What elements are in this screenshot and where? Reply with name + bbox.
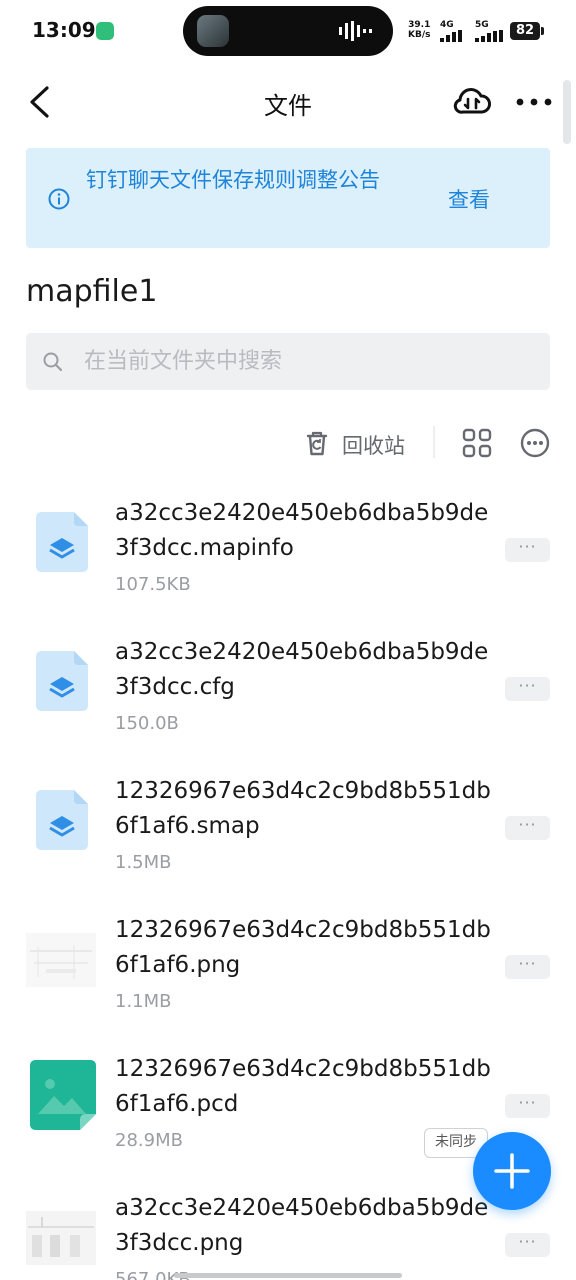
trash-icon (306, 431, 328, 456)
file-row[interactable]: a32cc3e2420e450eb6dba5b9de3f3dcc.cfg 150… (0, 625, 576, 764)
signal-4g: 4G (440, 20, 468, 45)
search-icon (43, 352, 63, 372)
status-bar: 13:09 39.1 KB/s 4G 5G 82 (0, 0, 576, 64)
network-speed-value: 39.1 (408, 20, 431, 30)
file-more-button[interactable]: ··· (505, 677, 550, 701)
file-name: 12326967e63d4c2c9bd8b551db6f1af6.png (115, 917, 491, 978)
notice-text: 钉钉聊天文件保存规则调整公告 (86, 168, 380, 192)
signal-5g: 5G (475, 20, 505, 45)
network-speed-unit: KB/s (408, 30, 431, 40)
recycle-bin-label: 回收站 (342, 434, 405, 458)
signal-bars-icon (475, 30, 503, 42)
file-size: 1.1MB (115, 991, 172, 1012)
folder-title: mapfile1 (26, 274, 158, 309)
file-size: 150.0B (115, 713, 179, 734)
search-box[interactable] (26, 333, 550, 390)
file-name: a32cc3e2420e450eb6dba5b9de3f3dcc.cfg (115, 639, 489, 700)
file-more-button[interactable]: ··· (505, 538, 550, 562)
notice-view-link[interactable]: 查看 (448, 184, 490, 214)
signal-bars-icon (440, 30, 462, 42)
layers-file-icon (36, 651, 88, 711)
file-name: 12326967e63d4c2c9bd8b551db6f1af6.pcd (115, 1056, 491, 1117)
audio-wave-icon (339, 21, 372, 41)
file-more-button[interactable]: ··· (505, 816, 550, 840)
info-icon (48, 188, 70, 210)
add-file-button[interactable] (473, 1132, 551, 1210)
recycle-bin-button[interactable]: 回收站 (302, 424, 418, 460)
home-indicator[interactable] (174, 1273, 402, 1278)
dynamic-island[interactable] (183, 6, 393, 56)
file-more-button[interactable]: ··· (505, 1233, 550, 1257)
signal-5g-label: 5G (475, 20, 489, 30)
image-thumbnail (26, 933, 96, 987)
grid-view-icon[interactable] (460, 426, 494, 460)
file-row[interactable]: 12326967e63d4c2c9bd8b551db6f1af6.smap 1.… (0, 764, 576, 903)
media-thumbnail (197, 15, 229, 47)
file-size: 107.5KB (115, 574, 191, 595)
status-time: 13:09 (32, 18, 96, 42)
file-name: a32cc3e2420e450eb6dba5b9de3f3dcc.mapinfo (115, 500, 489, 561)
file-row[interactable]: 12326967e63d4c2c9bd8b551db6f1af6.png 1.1… (0, 903, 576, 1042)
plus-icon (494, 1153, 530, 1189)
scrollbar[interactable] (563, 80, 571, 144)
file-row[interactable]: a32cc3e2420e450eb6dba5b9de3f3dcc.mapinfo… (0, 486, 576, 625)
notice-banner[interactable]: 钉钉聊天文件保存规则调整公告 查看 (26, 148, 550, 248)
network-speed: 39.1 KB/s (408, 20, 430, 40)
file-more-button[interactable]: ··· (505, 955, 550, 979)
more-circle-icon[interactable] (518, 426, 552, 460)
search-input[interactable] (84, 333, 524, 390)
file-size: 28.9MB (115, 1130, 183, 1151)
layers-file-icon (36, 790, 88, 850)
file-size: 1.5MB (115, 852, 172, 873)
signal-4g-label: 4G (440, 20, 454, 30)
toolbar-divider (433, 426, 435, 458)
file-name: a32cc3e2420e450eb6dba5b9de3f3dcc.png (115, 1195, 489, 1256)
file-toolbar: 回收站 (0, 418, 576, 466)
battery-tip (541, 27, 544, 35)
image-file-icon (30, 1060, 96, 1130)
layers-file-icon (36, 512, 88, 572)
file-name: 12326967e63d4c2c9bd8b551db6f1af6.smap (115, 778, 491, 839)
file-more-button[interactable]: ··· (505, 1094, 550, 1118)
battery-indicator: 82 (510, 22, 540, 40)
more-horizontal-icon[interactable] (512, 82, 556, 122)
image-thumbnail (26, 1211, 96, 1265)
nav-bar: 文件 (0, 64, 576, 142)
app-notification-icon (96, 22, 114, 40)
cloud-sync-icon[interactable] (452, 82, 492, 122)
